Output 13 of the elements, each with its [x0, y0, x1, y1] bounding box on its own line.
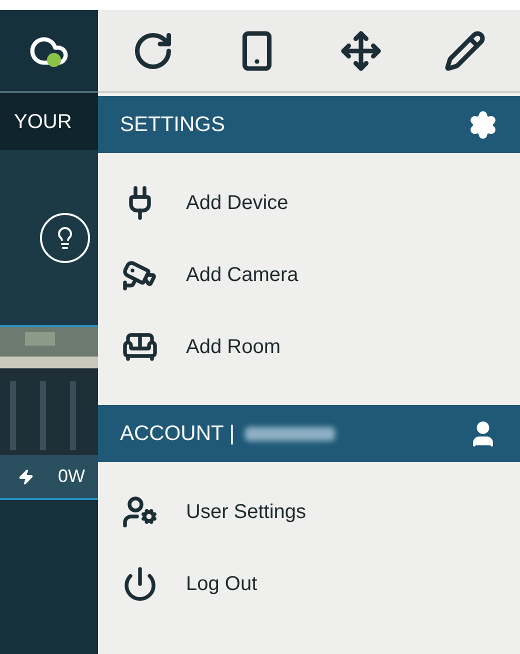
- lightbulb-icon[interactable]: [40, 212, 90, 262]
- menu-item[interactable]: Log Out: [98, 548, 520, 620]
- power-icon: [122, 566, 158, 602]
- user-gear-icon: [122, 494, 158, 530]
- menu-item[interactable]: Add Room: [98, 311, 520, 383]
- lightning-icon: [18, 468, 34, 486]
- menu-item[interactable]: Add Device: [98, 167, 520, 239]
- section-title: YOUR: [14, 110, 72, 134]
- menu-item[interactable]: User Settings: [98, 476, 520, 548]
- menu-item[interactable]: Add Camera: [98, 239, 520, 311]
- section-title: ACCOUNT |: [120, 420, 235, 447]
- power-reading: 0W: [58, 465, 85, 488]
- section-title: SETTINGS: [120, 112, 226, 138]
